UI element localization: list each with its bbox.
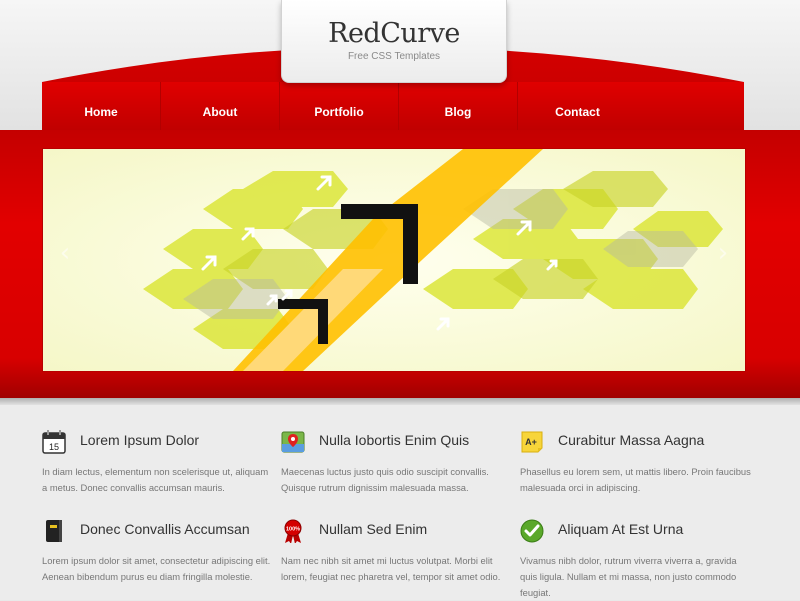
feature-text: Nam nec nibh sit amet mi luctus volutpat… [281,555,501,582]
feature-title: Aliquam At Est Urna [558,521,684,537]
feature-title: Lorem Ipsum Dolor [80,432,200,448]
feature-title: Curabitur Massa Aagna [558,432,705,448]
slider-image [42,148,746,372]
calendar-day: 15 [49,442,59,452]
slider-prev-icon[interactable]: ‹ [56,238,74,268]
grade-text: A+ [525,437,537,447]
logo-box[interactable]: RedCurve Free CSS Templates [281,0,507,83]
logo-subtitle: Free CSS Templates [347,51,441,62]
feature-text: Maecenas luctus justo quis odio suscipit… [281,466,489,493]
grade-note-icon: A+ [521,431,543,453]
map-icon [281,431,305,453]
feature-title: Donec Convallis Accumsan [80,521,250,537]
feature-text: Phasellus eu lorem sem, ut mattis libero… [520,466,751,493]
checkmark-icon [520,519,544,543]
feature-text: Vivamus nibh dolor, rutrum viverra viver… [520,555,737,598]
abstract-arrows-graphic [43,149,745,371]
feature-title: Nullam Sed Enim [319,521,428,537]
calendar-icon: 15 [42,430,66,454]
slider-next-icon[interactable]: › [714,238,732,268]
nav-item-about[interactable]: About [161,82,280,130]
nav-item-blog[interactable]: Blog [399,82,518,130]
nav-item-home[interactable]: Home [42,82,161,130]
award-badge-icon: 100% [284,519,302,543]
nav-item-contact[interactable]: Contact [518,82,637,130]
nav-item-portfolio[interactable]: Portfolio [280,82,399,130]
feature-title: Nulla Iobortis Enim Quis [319,432,470,448]
notebook-icon [46,520,62,542]
main-nav: Home About Portfolio Blog Contact [42,82,744,130]
logo-title[interactable]: RedCurve [282,18,506,49]
feature-text: In diam lectus, elementum non scelerisqu… [42,466,269,493]
badge-text: 100% [286,527,300,533]
feature-text: Lorem ipsum dolor sit amet, consectetur … [42,555,271,582]
